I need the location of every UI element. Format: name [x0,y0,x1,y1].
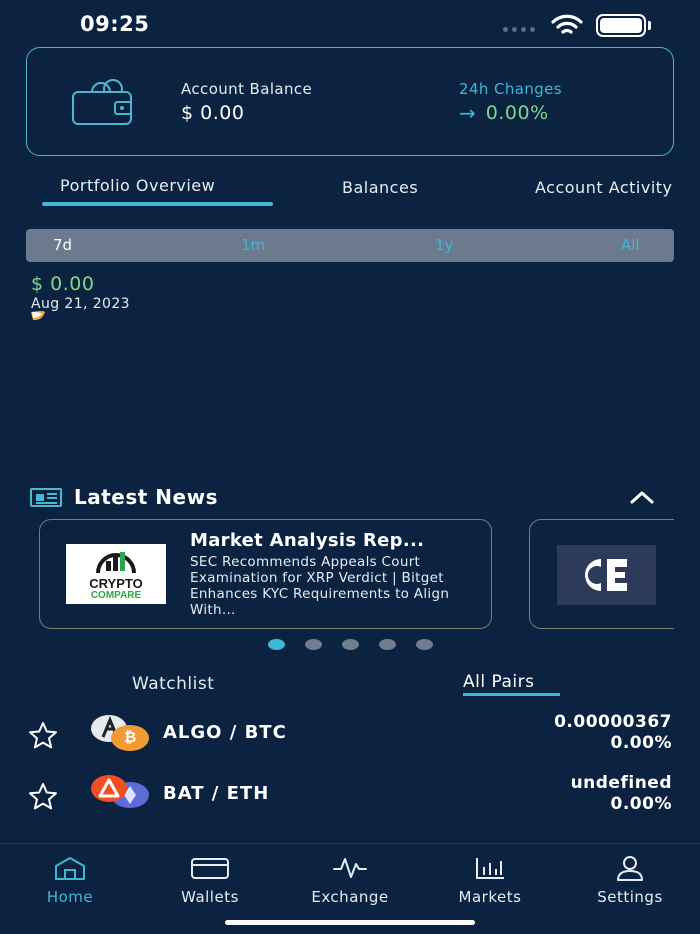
wallet-icon [72,79,132,125]
bat-coin-icon [91,775,127,802]
tab-active-indicator [42,202,273,206]
change-value: 0.00% [485,102,549,124]
news-headline: Market Analysis Rep... [190,530,425,551]
tab-all-pairs[interactable]: All Pairs [463,672,534,692]
nav-home[interactable]: Home [0,854,140,906]
nav-label: Markets [458,888,522,906]
news-card[interactable]: CRYPTO COMPARE Market Analysis Rep... SE… [39,519,492,629]
bar-chart-icon [476,858,504,879]
pair-price: undefined [570,773,672,793]
pair-row[interactable]: ₿ ALGO / BTC 0.00000367 0.00% [0,706,700,766]
nav-wallets[interactable]: Wallets [140,854,280,906]
chart-value: $ 0.00 [31,273,95,295]
battery-icon [596,14,646,37]
star-icon[interactable] [28,782,58,810]
battery-cap [648,21,651,30]
tab-watchlist[interactable]: Watchlist [132,674,214,694]
tab-all-pairs-indicator [463,693,560,696]
nav-label: Exchange [311,888,389,906]
pair-row[interactable]: BAT / ETH undefined 0.00% [0,767,700,827]
change-row: → 0.00% [459,101,549,125]
newspaper-icon [30,488,62,507]
range-all[interactable]: All [621,236,640,254]
range-7d[interactable]: 7d [53,236,72,254]
change-label: 24h Changes [459,80,563,98]
star-icon[interactable] [28,721,58,749]
wallet-icon [191,858,229,879]
cryptocompare-logo: CRYPTO COMPARE [66,544,166,604]
chevron-up-icon[interactable] [628,488,656,506]
account-balance-card: Account Balance $ 0.00 24h Changes → 0.0… [26,47,674,156]
nav-label: Wallets [181,888,239,906]
nav-settings[interactable]: Settings [560,854,700,906]
logo-text-crypto: CRYPTO [89,576,143,591]
home-indicator [225,920,475,925]
nav-label: Settings [597,888,663,906]
time-range-selector: 7d 1m 1y All [26,229,674,262]
pair-change: 0.00% [610,733,672,753]
pulse-icon [333,858,367,878]
page-dot[interactable] [379,639,396,650]
nav-exchange[interactable]: Exchange [280,854,420,906]
news-carousel[interactable]: CRYPTO COMPARE Market Analysis Rep... SE… [0,515,674,635]
carousel-pagination [268,639,433,650]
wifi-icon [551,14,583,34]
balance-value: $ 0.00 [181,102,245,124]
page-dot[interactable] [305,639,322,650]
page-dot[interactable] [416,639,433,650]
balance-label: Account Balance [181,80,313,98]
signal-dots-icon [503,27,535,32]
nav-markets[interactable]: Markets [420,854,560,906]
pair-change: 0.00% [610,794,672,814]
btc-coin-icon: ₿ [111,725,149,751]
tab-account-activity[interactable]: Account Activity [535,178,675,197]
chart-marker-icon [31,311,45,321]
range-1m[interactable]: 1m [241,236,265,254]
tab-balances[interactable]: Balances [342,178,418,197]
news-source-logo [557,545,656,605]
pair-name: ALGO / BTC [163,722,287,743]
nav-label: Home [46,888,94,906]
status-time: 09:25 [80,12,150,36]
pair-name: BAT / ETH [163,783,270,804]
pair-price: 0.00000367 [554,712,672,732]
news-body: SEC Recommends Appeals Court Examination… [190,554,450,618]
user-icon [617,856,643,881]
tab-portfolio-overview[interactable]: Portfolio Overview [60,176,215,195]
home-icon [55,857,85,880]
arrow-right-icon: → [459,101,476,125]
latest-news-title: Latest News [74,485,218,509]
range-1y[interactable]: 1y [435,236,453,254]
page-dot[interactable] [342,639,359,650]
page-dot[interactable] [268,639,285,650]
news-card[interactable] [529,519,674,629]
logo-text-compare: COMPARE [90,590,142,601]
